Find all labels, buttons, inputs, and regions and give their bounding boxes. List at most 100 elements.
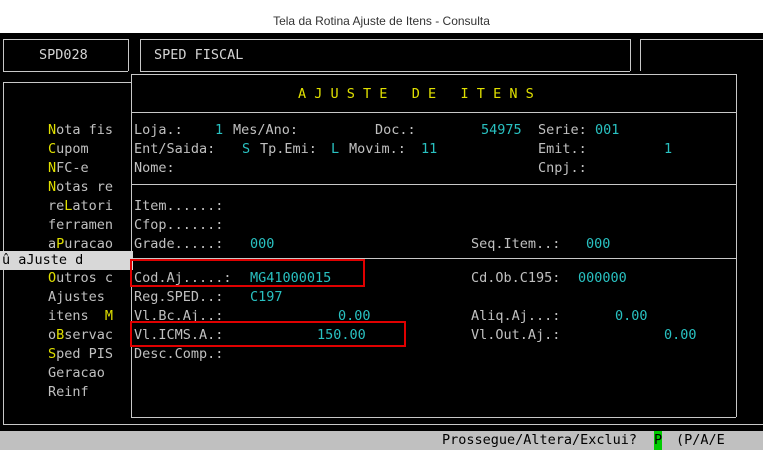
menu-label: itens (48, 308, 105, 324)
form-bottom (131, 417, 736, 418)
highlight-vl-icms (130, 321, 406, 347)
menu-item-relatorios[interactable]: reLatori (48, 197, 113, 216)
tp-emi-label: Tp.Emi: (260, 141, 317, 157)
menu-hotkey: C (48, 141, 57, 157)
menu-label: servac (64, 327, 114, 343)
menu-label: atori (72, 198, 114, 214)
menu-label: otas re (56, 179, 114, 195)
menu-label: ferramen (48, 217, 114, 233)
menu-label: o (48, 327, 57, 343)
status-options: (P/A/E (676, 432, 725, 448)
nome-label: Nome: (134, 160, 175, 176)
form-left (131, 74, 132, 417)
screen-title: A J U S T E D E I T E N S (298, 86, 534, 102)
screen-caption: Tela da Rotina Ajuste de Itens - Consult… (273, 14, 490, 28)
extra-box-left (640, 39, 641, 71)
menu-label: re (48, 198, 65, 214)
vl-out-field[interactable]: 0.00 (664, 326, 697, 345)
system-title: SPED FISCAL (154, 47, 244, 63)
menu-item-observacoes[interactable]: oBservac (48, 326, 113, 345)
menu-hotkey: N (48, 122, 57, 138)
movim-field[interactable]: 11 (421, 140, 437, 159)
cfop-label: Cfop......: (134, 217, 224, 233)
left-panel-top (3, 82, 131, 83)
menu-label: û aJuste d (2, 252, 84, 268)
menu-item-ferramentas[interactable]: ferramen (48, 216, 113, 235)
serie-label: Serie: (538, 122, 587, 138)
doc-label: Doc.: (375, 122, 416, 138)
menu-hotkey: M (104, 308, 114, 324)
frame-bottom (3, 424, 763, 425)
seq-item-label: Seq.Item..: (471, 236, 561, 252)
cd-ob-field[interactable]: 000000 (578, 269, 627, 288)
menu-label: Ajustes (48, 289, 105, 305)
emit-field[interactable]: 1 (664, 140, 672, 159)
system-box-right (630, 39, 631, 71)
menu-label: ped PIS (56, 346, 114, 362)
program-box-right (128, 39, 129, 71)
menu-hotkey: O (48, 270, 57, 286)
menu-hotkey: N (48, 160, 57, 176)
status-prompt: Prossegue/Altera/Exclui? (442, 432, 638, 448)
desc-comp-label: Desc.Comp.: (134, 346, 224, 362)
doc-field[interactable]: 54975 (481, 121, 522, 140)
grade-label: Grade.....: (134, 236, 224, 252)
menu-item-nota-fiscal[interactable]: Nota fis (48, 121, 113, 140)
menu-label: upom (56, 141, 89, 157)
program-code: SPD028 (39, 47, 88, 63)
ent-saida-label: Ent/Saida: (134, 141, 216, 157)
loja-field[interactable]: 1 (215, 121, 223, 140)
menu-item-itens[interactable]: itens M (48, 307, 113, 326)
aliq-field[interactable]: 0.00 (615, 307, 648, 326)
menu-label: uracao (64, 236, 114, 252)
program-box-top (3, 39, 128, 40)
form-doc-divider (131, 184, 736, 185)
menu-label: utros c (56, 270, 114, 286)
menu-label: ota fis (56, 122, 114, 138)
program-box-left (3, 39, 4, 71)
cd-ob-label: Cd.Ob.C195: (471, 270, 561, 286)
system-box-left (140, 39, 141, 71)
menu-hotkey: S (48, 346, 57, 362)
menu-item-ajustes[interactable]: Ajustes (48, 288, 105, 307)
cnpj-label: Cnpj.: (538, 160, 587, 176)
menu-label: Reinf (48, 384, 89, 400)
movim-label: Movim.: (349, 141, 406, 157)
menu-item-reinf[interactable]: Reinf (48, 383, 89, 402)
program-box-bottom (3, 71, 128, 72)
menu-item-outros[interactable]: Outros c (48, 269, 113, 288)
highlight-cod-aj (130, 259, 365, 287)
vl-out-label: Vl.Out.Aj.: (471, 327, 561, 343)
emit-label: Emit.: (538, 141, 587, 157)
answer-input[interactable]: P (654, 431, 663, 450)
loja-label: Loja.: (134, 122, 183, 138)
menu-label: Geracao (48, 365, 105, 381)
menu-item-sped-pis[interactable]: Sped PIS (48, 345, 113, 364)
form-top (131, 74, 736, 75)
menu-hotkey: N (48, 179, 57, 195)
reg-sped-label: Reg.SPED..: (134, 289, 224, 305)
menu-item-ajuste-selected[interactable]: û aJuste d (0, 251, 133, 270)
menu-item-geracao[interactable]: Geracao (48, 364, 105, 383)
menu-label: a (48, 236, 57, 252)
serie-field[interactable]: 001 (595, 121, 619, 140)
grade-field[interactable]: 000 (250, 235, 274, 254)
ent-saida-field[interactable]: S (242, 140, 250, 159)
form-right (736, 74, 737, 417)
menu-item-cupom[interactable]: Cupom (48, 140, 89, 159)
status-bar: Prossegue/Altera/Exclui? P (P/A/E (0, 431, 763, 450)
form-title-divider (131, 112, 736, 113)
seq-item-field[interactable]: 000 (586, 235, 610, 254)
extra-box-top (640, 39, 763, 40)
aliq-label: Aliq.Aj...: (471, 308, 561, 324)
mes-ano-label: Mes/Ano: (233, 122, 299, 138)
menu-label: FC-e (56, 160, 89, 176)
menu-item-notas-re[interactable]: Notas re (48, 178, 113, 197)
system-box-bottom (140, 71, 630, 72)
menu-item-nfce[interactable]: NFC-e (48, 159, 89, 178)
system-box-top (140, 39, 630, 40)
tp-emi-field[interactable]: L (331, 140, 339, 159)
item-label: Item......: (134, 198, 224, 214)
reg-sped-field[interactable]: C197 (250, 288, 283, 307)
terminal-window: SPD028 SPED FISCAL A J U S T E D E I T E… (0, 33, 763, 450)
